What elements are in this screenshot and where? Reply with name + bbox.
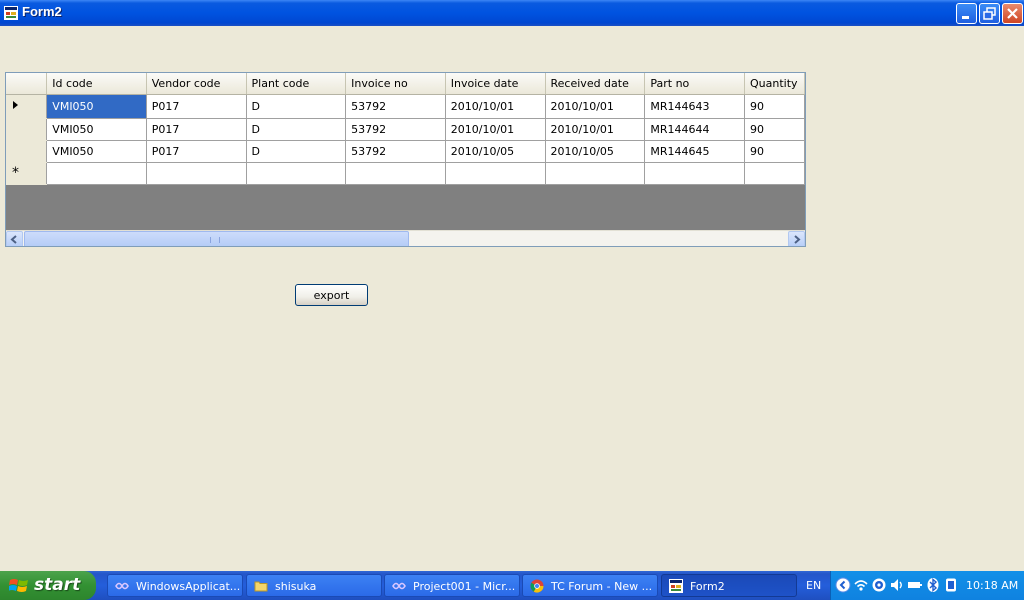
- grid-cell[interactable]: D: [246, 118, 347, 141]
- minimize-icon: [962, 16, 969, 19]
- column-header-quantity[interactable]: Quantity: [744, 73, 805, 95]
- column-header-plant-code[interactable]: Plant code: [246, 73, 347, 95]
- new-row-marker[interactable]: *: [6, 162, 48, 185]
- grid-cell[interactable]: 90: [744, 140, 805, 163]
- close-button[interactable]: [1002, 3, 1023, 24]
- column-header-vendor-code[interactable]: Vendor code: [146, 73, 247, 95]
- current-row-arrow-icon: [13, 100, 18, 109]
- table-row[interactable]: VMI050 P017 D 53792 2010/10/01 2010/10/0…: [6, 94, 805, 119]
- taskbar-item-tc-forum[interactable]: TC Forum - New ...: [522, 574, 658, 597]
- clock[interactable]: 10:18 AM: [966, 579, 1018, 592]
- taskbar-item-form2[interactable]: Form2: [661, 574, 797, 597]
- grid-cell[interactable]: 53792: [345, 94, 446, 119]
- grid-cell[interactable]: VMI050: [46, 140, 147, 163]
- grid-cell[interactable]: 2010/10/01: [445, 118, 546, 141]
- row-header[interactable]: [6, 118, 48, 141]
- folder-icon: [254, 581, 268, 592]
- close-icon: [1007, 8, 1018, 19]
- grid-cell[interactable]: D: [246, 94, 347, 119]
- visual-studio-icon: [392, 582, 406, 590]
- grid-cell[interactable]: 53792: [345, 140, 446, 163]
- taskbar: start WindowsApplicat... shisuka Project…: [0, 571, 1024, 600]
- battery-icon[interactable]: [907, 577, 923, 593]
- grid-cell[interactable]: MR144643: [644, 94, 746, 119]
- row-header[interactable]: [6, 94, 48, 119]
- start-label: start: [34, 575, 81, 595]
- grid-cell[interactable]: D: [246, 140, 347, 163]
- grid-cell[interactable]: [744, 162, 805, 185]
- grid-cell[interactable]: [644, 162, 746, 185]
- start-button[interactable]: start: [0, 571, 96, 600]
- grid-cell[interactable]: 90: [744, 118, 805, 141]
- bluetooth-icon[interactable]: [925, 577, 941, 593]
- grid-cell[interactable]: [246, 162, 347, 185]
- grid-cell[interactable]: 2010/10/01: [545, 94, 646, 119]
- row-header[interactable]: [6, 140, 48, 163]
- chevron-left-icon: [10, 235, 17, 244]
- taskbar-item-shisuka[interactable]: shisuka: [246, 574, 382, 597]
- chevron-right-icon: [794, 235, 801, 244]
- scroll-left-button[interactable]: [6, 231, 23, 246]
- grid-corner[interactable]: [6, 73, 48, 95]
- column-header-part-no[interactable]: Part no: [644, 73, 746, 95]
- title-bar[interactable]: Form2: [0, 0, 1024, 26]
- visual-studio-icon: [115, 582, 129, 590]
- grid-cell[interactable]: MR144644: [644, 118, 746, 141]
- windows-flag-icon: [9, 579, 28, 592]
- form-icon: [669, 579, 683, 593]
- restore-icon: [983, 7, 996, 20]
- grid-cell[interactable]: 90: [744, 94, 805, 119]
- wireless-network-icon[interactable]: [853, 577, 869, 593]
- grid-cell[interactable]: [445, 162, 546, 185]
- taskbar-item-windowsapplication[interactable]: WindowsApplicat...: [107, 574, 243, 597]
- column-header-id-code[interactable]: Id code: [46, 73, 147, 95]
- table-row[interactable]: VMI050 P017 D 53792 2010/10/01 2010/10/0…: [6, 118, 805, 141]
- grid-cell[interactable]: P017: [146, 140, 247, 163]
- language-indicator[interactable]: EN: [806, 579, 821, 592]
- grid-cell[interactable]: [545, 162, 646, 185]
- grid-cell[interactable]: MR144645: [644, 140, 746, 163]
- data-grid[interactable]: Id code Vendor code Plant code Invoice n…: [5, 72, 806, 247]
- minimize-button[interactable]: [956, 3, 977, 24]
- volume-icon[interactable]: [889, 577, 905, 593]
- column-header-invoice-date[interactable]: Invoice date: [445, 73, 546, 95]
- grid-cell[interactable]: 2010/10/01: [445, 94, 546, 119]
- grid-cell[interactable]: VMI050: [46, 118, 147, 141]
- horizontal-scrollbar[interactable]: [6, 230, 805, 246]
- scroll-right-button[interactable]: [788, 231, 805, 246]
- table-row[interactable]: VMI050 P017 D 53792 2010/10/05 2010/10/0…: [6, 140, 805, 163]
- system-tray: 10:18 AM: [830, 571, 1024, 600]
- network-icon[interactable]: [871, 577, 887, 593]
- grid-cell[interactable]: [146, 162, 247, 185]
- grid-cell[interactable]: VMI050: [46, 94, 147, 119]
- chrome-icon: [530, 579, 544, 593]
- grid-cell[interactable]: P017: [146, 94, 247, 119]
- grid-cell[interactable]: [345, 162, 446, 185]
- form-icon: [4, 6, 18, 20]
- grid-cell[interactable]: 2010/10/05: [545, 140, 646, 163]
- grid-cell[interactable]: 53792: [345, 118, 446, 141]
- taskbar-item-project001[interactable]: Project001 - Micr...: [384, 574, 520, 597]
- scroll-grip: [210, 237, 220, 243]
- security-icon[interactable]: [943, 577, 959, 593]
- export-button[interactable]: export: [295, 284, 368, 306]
- scroll-thumb[interactable]: [24, 231, 409, 246]
- grid-cell[interactable]: [46, 162, 147, 185]
- restore-button[interactable]: [979, 3, 1000, 24]
- window-title: Form2: [22, 4, 62, 19]
- show-hidden-icons-icon[interactable]: [835, 577, 851, 593]
- grid-cell[interactable]: 2010/10/01: [545, 118, 646, 141]
- grid-cell[interactable]: P017: [146, 118, 247, 141]
- column-header-invoice-no[interactable]: Invoice no: [345, 73, 446, 95]
- new-row[interactable]: *: [6, 162, 805, 185]
- grid-table: Id code Vendor code Plant code Invoice n…: [6, 73, 805, 185]
- grid-cell[interactable]: 2010/10/05: [445, 140, 546, 163]
- column-header-received-date[interactable]: Received date: [545, 73, 646, 95]
